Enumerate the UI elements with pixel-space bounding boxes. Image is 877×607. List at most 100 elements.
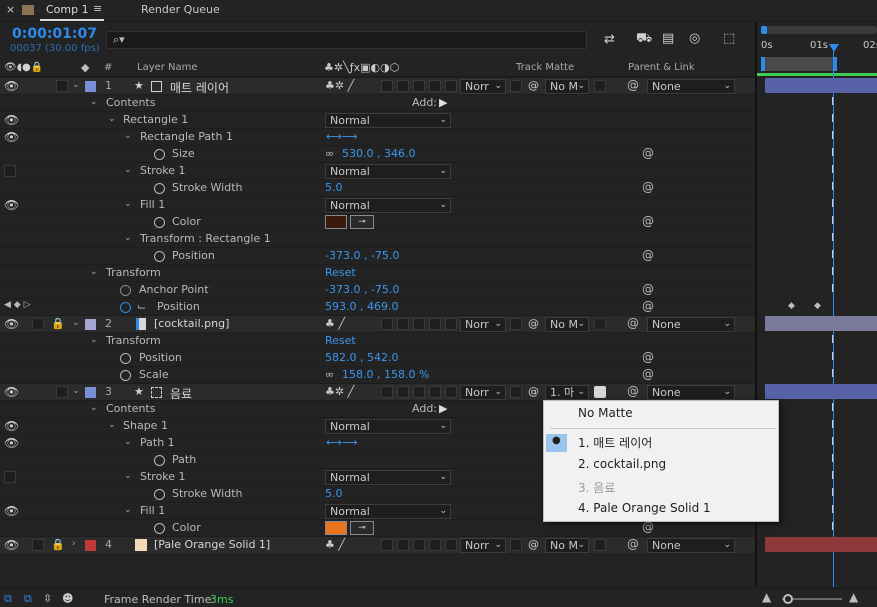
tab-menu-icon[interactable]: ≡ [93,2,102,15]
label-color[interactable] [85,540,96,551]
stopwatch-icon[interactable] [154,183,165,194]
switch-box[interactable] [413,386,425,398]
switch-box[interactable] [397,539,409,551]
parent-dropdown[interactable]: None ⌄ [647,538,735,553]
contents-row[interactable]: ⌄ Contents Add: ▶ [0,94,755,111]
position-value[interactable]: 582.0 , 542.0 [325,351,398,364]
matte-pickwhip-icon[interactable]: @ [528,538,539,551]
reset-link[interactable]: Reset [325,334,356,347]
zoom-slider-thumb[interactable] [783,594,793,604]
in-out-toggle-icon[interactable]: ⇳ [43,592,52,605]
layer-switches[interactable]: ♣ ╱ [325,538,345,551]
matte-pickwhip-icon[interactable]: @ [528,79,539,92]
path-direction-icon[interactable]: ⟷⟶ [326,436,358,449]
time-navigator[interactable] [761,26,877,34]
frame-blending-icon[interactable]: ▤ [662,31,674,46]
mode-dropdown[interactable]: Norr ⌄ [460,538,506,553]
twirl-down-icon[interactable]: ⌄ [124,471,132,481]
blend-mode-dropdown[interactable]: Normal ⌄ [325,419,451,434]
switch-box[interactable] [413,80,425,92]
menu-item-layer-4[interactable]: 4. Pale Orange Solid 1 [578,501,711,515]
switch-box[interactable] [413,318,425,330]
switch-box[interactable] [429,80,441,92]
stopwatch-icon[interactable] [154,523,165,534]
visibility-icon[interactable]: 👁 [4,79,19,93]
twirl-down-icon[interactable]: ⌄ [90,403,98,413]
scale-row[interactable]: Scale ∞ 158.0 , 158.0 % @ [0,366,755,383]
eyedropper-icon[interactable]: ⊸ [350,215,374,229]
constrain-link-icon[interactable]: ∞ [325,368,334,381]
draft-3d-icon[interactable]: ⛟ [636,31,652,48]
matte-pickwhip-icon[interactable]: @ [528,385,539,398]
render-queue-tab[interactable]: Render Queue [141,3,220,16]
size-row[interactable]: Size ∞ 530.0 , 346.0 @ [0,145,755,162]
track-matte-menu[interactable]: No Matte ● 1. 매트 레이어 2. cocktail.png 3. … [543,400,779,522]
visibility-icon[interactable]: 👁 [4,385,19,399]
path-direction-icon[interactable]: ⟷⟶ [326,130,358,143]
stopwatch-icon[interactable] [120,353,131,364]
preserve-transparency-box[interactable] [510,80,522,92]
visibility-icon[interactable]: 👁 [4,198,19,212]
work-area-bar[interactable] [761,57,837,71]
label-color[interactable] [85,319,96,330]
switch-box[interactable] [381,386,393,398]
graph-editor-icon[interactable]: ⬚ [723,31,735,46]
position-value[interactable]: -373.0 , -75.0 [325,249,399,262]
layer-bar-4[interactable] [765,537,877,552]
stroke-1-row[interactable]: ⌄ Stroke 1 Normal ⌄ [0,162,755,179]
add-menu-icon[interactable]: ▶ [439,96,447,109]
visibility-box[interactable] [4,471,16,483]
switch-box[interactable] [381,318,393,330]
switch-box[interactable] [397,386,409,398]
parent-dropdown[interactable]: None ⌄ [647,79,735,94]
rectangle-path-row[interactable]: 👁 ⌄ Rectangle Path 1 ⟷⟶ [0,128,755,145]
constrain-link-icon[interactable]: ∞ [325,147,334,160]
add-menu-icon[interactable]: ▶ [439,402,447,415]
lock-icon[interactable]: 🔒 [51,538,65,551]
twirl-down-icon[interactable]: ⌄ [90,97,98,107]
twirl-down-icon[interactable]: ⌄ [124,131,132,141]
layer-switches[interactable]: ♣ ╱ [325,317,345,330]
stroke-width-value[interactable]: 5.0 [325,181,343,194]
matte-invert-box[interactable] [594,80,606,92]
visibility-icon[interactable]: 👁 [4,436,19,450]
transform-row[interactable]: ⌄ Transform Reset [0,264,755,281]
parent-pickwhip-icon[interactable]: @ [627,316,639,330]
visibility-icon[interactable]: 👁 [4,317,19,331]
twirl-down-icon[interactable]: ⌄ [108,420,116,430]
layer-row-1[interactable]: 👁 ⌄ 1 ★ 매트 레이어 ♣✲ ╱ Norr ⌄ @ No M ⌄ @ None… [0,77,755,95]
stopwatch-icon[interactable] [120,370,131,381]
switch-box[interactable] [397,318,409,330]
parent-dropdown[interactable]: None ⌄ [647,385,735,400]
switch-box[interactable] [445,386,457,398]
expression-pickwhip-icon[interactable]: @ [642,214,654,228]
col-layer-name[interactable]: Layer Name [137,62,198,73]
color-row[interactable]: Color ⊸ @ [0,213,755,230]
visibility-icon[interactable]: 👁 [4,538,19,552]
work-area-start[interactable] [761,57,765,71]
layer-switches[interactable]: ♣✲ ╱ [325,79,354,92]
preserve-transparency-box[interactable] [510,318,522,330]
keyframe-icon[interactable]: ◆ [788,301,795,311]
switch-box[interactable] [397,80,409,92]
matte-invert-box[interactable] [594,318,606,330]
parent-pickwhip-icon[interactable]: @ [627,537,639,551]
menu-item-layer-1[interactable]: 1. 매트 레이어 [578,434,652,451]
matte-invert-box[interactable] [594,539,606,551]
blend-mode-dropdown[interactable]: Normal ⌄ [325,470,451,485]
twirl-down-icon[interactable]: ⌄ [124,165,132,175]
modes-toggle-icon[interactable]: ⧉ [24,592,32,606]
twirl-down-icon[interactable]: ⌄ [124,505,132,515]
switch-box[interactable] [445,318,457,330]
layer-name[interactable]: [cocktail.png] [154,317,229,330]
visibility-box[interactable] [4,165,16,177]
visibility-icon[interactable]: 👁 [4,419,19,433]
track-matte-dropdown[interactable]: 1. 마 ⌄ [545,385,589,400]
visibility-icon[interactable]: 👁 [4,130,19,144]
comp-flowchart-icon[interactable]: ⇄ [604,32,615,47]
track-matte-dropdown[interactable]: No M ⌄ [545,317,589,332]
position-row[interactable]: Position 582.0 , 542.0 @ [0,349,755,366]
mode-dropdown[interactable]: Norr ⌄ [460,317,506,332]
preserve-transparency-box[interactable] [510,539,522,551]
solo-box[interactable] [32,318,44,330]
